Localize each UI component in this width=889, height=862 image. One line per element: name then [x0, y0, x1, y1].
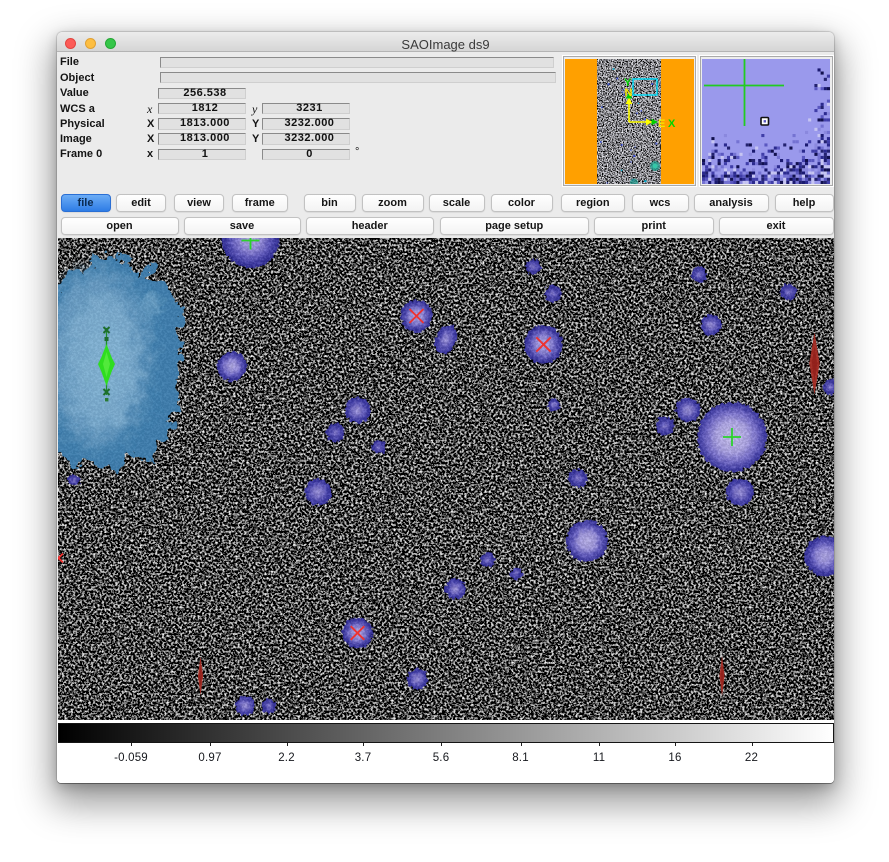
svg-text:N: N: [625, 87, 633, 99]
svg-text:E: E: [658, 118, 665, 130]
svg-text:X: X: [668, 118, 676, 130]
